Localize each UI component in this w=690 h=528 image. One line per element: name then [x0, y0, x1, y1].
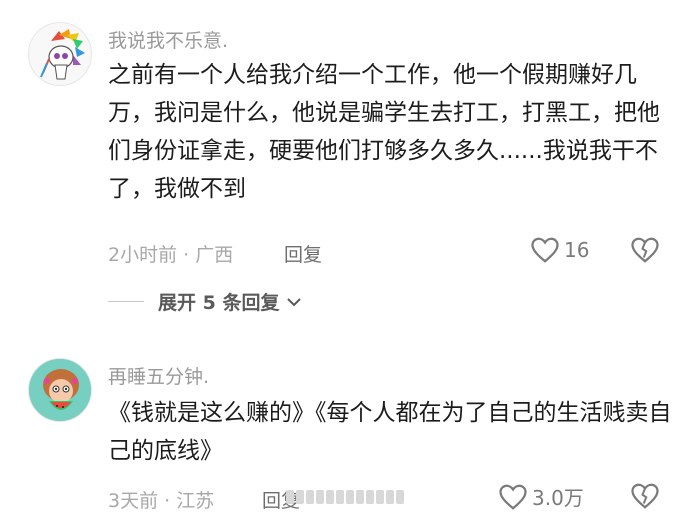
watermark-block	[336, 490, 344, 504]
watermark-block	[286, 490, 294, 504]
watermark-block	[296, 490, 304, 504]
expand-replies-label: 展开 5 条回复	[158, 292, 280, 314]
like-count: 16	[564, 238, 590, 262]
comment-meta: 3天前 · 江苏	[108, 490, 215, 512]
watermark-block	[376, 490, 384, 504]
avatar[interactable]	[28, 22, 92, 86]
comment-username[interactable]: 我说我不乐意.	[108, 26, 228, 53]
dislike-button[interactable]	[630, 236, 660, 268]
watermark-block	[396, 490, 404, 504]
heart-outline-icon	[531, 237, 559, 263]
watermark-block	[386, 490, 394, 504]
watermark-block	[326, 490, 334, 504]
like-count: 3.0万	[532, 486, 584, 510]
divider-line	[108, 301, 144, 302]
watermark-block	[306, 490, 314, 504]
rainbow-pony-avatar-icon	[29, 23, 91, 85]
broken-heart-icon	[631, 237, 659, 263]
watermark-block	[366, 490, 374, 504]
chevron-down-icon	[287, 297, 302, 306]
watermark-overlay	[286, 490, 404, 504]
reply-button[interactable]: 回复	[284, 240, 322, 267]
cartoon-girl-avatar-icon	[29, 359, 91, 421]
comment-text: 《钱就是这么赚的》《每个人都在为了自己的生活贱卖自己的底线》	[108, 400, 672, 464]
avatar[interactable]	[28, 358, 92, 422]
expand-replies-toggle[interactable]: 展开 5 条回复	[108, 288, 303, 315]
comment-meta: 2小时前 · 广西	[108, 244, 234, 266]
comment-item: 我说我不乐意. 之前有一个人给我介绍一个工作，他一个假期赚好几万，我问是什么，他…	[0, 0, 690, 340]
comment-text: 之前有一个人给我介绍一个工作，他一个假期赚好几万，我问是什么，他说是骗学生去打工…	[108, 62, 660, 202]
heart-outline-icon	[499, 484, 527, 510]
like-button[interactable]: 16	[530, 236, 589, 264]
broken-heart-icon	[631, 483, 659, 509]
watermark-block	[346, 490, 354, 504]
like-button[interactable]: 3.0万	[498, 482, 584, 511]
watermark-block	[316, 490, 324, 504]
comment-username[interactable]: 再睡五分钟.	[108, 362, 209, 389]
dislike-button[interactable]	[630, 482, 660, 514]
watermark-block	[356, 490, 364, 504]
